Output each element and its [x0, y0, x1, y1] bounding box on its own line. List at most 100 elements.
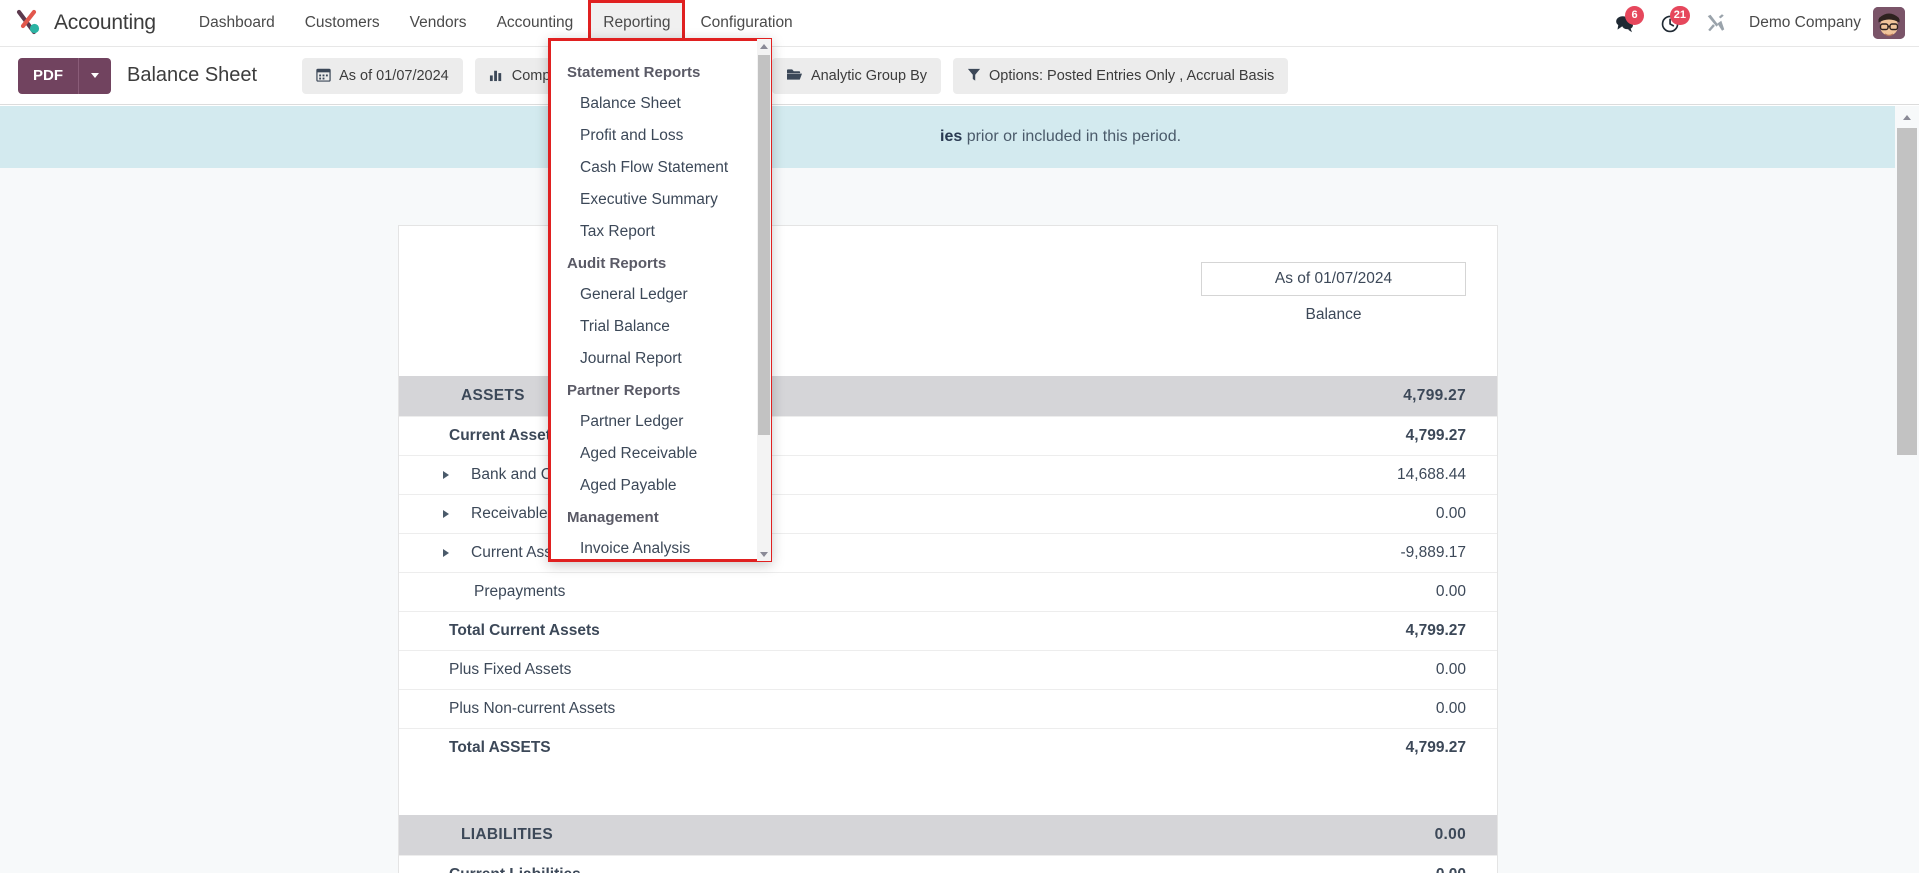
- row-label-cell: Prepayments: [399, 573, 1201, 612]
- dropdown-item-invoice-analysis[interactable]: Invoice Analysis: [551, 533, 759, 559]
- dropdown-item-journal-report[interactable]: Journal Report: [551, 343, 759, 375]
- nav-item-customers[interactable]: Customers: [290, 0, 395, 46]
- dropdown-item-balance-sheet[interactable]: Balance Sheet: [551, 88, 759, 120]
- odoo-accounting-logo-icon[interactable]: [14, 8, 44, 38]
- row-label-cell: Plus Fixed Assets: [399, 651, 1201, 690]
- row-value-cell: 4,799.27: [1201, 729, 1497, 768]
- row-label-cell: LIABILITIES: [399, 815, 1201, 856]
- row-value-cell: 0.00: [1201, 573, 1497, 612]
- row-label-cell: Bank and Cash Accounts: [399, 456, 1201, 495]
- pdf-button[interactable]: PDF: [18, 58, 79, 94]
- row-label: LIABILITIES: [461, 826, 553, 843]
- company-name[interactable]: Demo Company: [1749, 14, 1861, 32]
- row-value-cell: 0.00: [1201, 495, 1497, 534]
- top-navbar: Accounting Dashboard Customers Vendors A…: [0, 0, 1919, 47]
- expand-caret-icon[interactable]: [443, 510, 449, 518]
- dropdown-scrollbar-thumb[interactable]: [758, 55, 770, 435]
- row-value-cell: 0.00: [1201, 651, 1497, 690]
- date-filter-label: As of 01/07/2024: [339, 68, 449, 84]
- spacer-cell: [399, 767, 1497, 815]
- brand-name: Accounting: [54, 11, 156, 35]
- dropdown-section-title: Management: [551, 502, 759, 533]
- scrollbar-thumb[interactable]: [1897, 128, 1917, 455]
- row-value-cell: 0.00: [1201, 856, 1497, 873]
- dropdown-section-title: Partner Reports: [551, 375, 759, 406]
- row-label-cell: Plus Non-current Assets: [399, 690, 1201, 729]
- dropdown-item-executive-summary[interactable]: Executive Summary: [551, 184, 759, 216]
- dropdown-item-trial-balance[interactable]: Trial Balance: [551, 311, 759, 343]
- nav-item-dashboard[interactable]: Dashboard: [184, 0, 290, 46]
- row-label-cell: Current Liabilities: [399, 856, 1201, 873]
- date-filter-button[interactable]: As of 01/07/2024: [302, 58, 463, 94]
- row-label-cell: Current Assets: [399, 534, 1201, 573]
- dropdown-item-profit-and-loss[interactable]: Profit and Loss: [551, 120, 759, 152]
- row-label-cell: Receivables: [399, 495, 1201, 534]
- row-label-cell: Total ASSETS: [399, 729, 1201, 768]
- control-panel: PDF Balance Sheet As of 01/07/2024: [0, 47, 1919, 105]
- analytic-group-by-button[interactable]: Analytic Group By: [772, 58, 941, 94]
- dropdown-scroll-down-arrow[interactable]: [757, 547, 771, 561]
- row-label: Current Liabilities: [449, 866, 581, 873]
- pdf-dropdown-toggle[interactable]: [79, 58, 111, 94]
- row-label-cell: Current Assets: [399, 417, 1201, 456]
- row-label: Plus Fixed Assets: [449, 661, 571, 678]
- pdf-export-group: PDF: [18, 58, 111, 94]
- filter-icon: [967, 67, 981, 84]
- row-label: Current Assets: [449, 427, 560, 444]
- dropdown-section-title: Audit Reports: [551, 248, 759, 279]
- table-row[interactable]: Current Liabilities 0.00: [399, 856, 1497, 873]
- dropdown-item-aged-payable[interactable]: Aged Payable: [551, 470, 759, 502]
- row-value-cell: 0.00: [1201, 815, 1497, 856]
- row-value-cell: -9,889.17: [1201, 534, 1497, 573]
- row-value-cell: 14,688.44: [1201, 456, 1497, 495]
- options-filter-label: Options: Posted Entries Only , Accrual B…: [989, 68, 1274, 84]
- page-title: Balance Sheet: [127, 64, 257, 87]
- row-value-cell: 4,799.27: [1201, 612, 1497, 651]
- row-label-cell: Total Current Assets: [399, 612, 1201, 651]
- report-content-area: As of 01/07/2024 Balance ASSETS4,799.27C…: [0, 168, 1895, 873]
- folder-open-icon: [786, 67, 803, 84]
- dropdown-scroll-up-arrow[interactable]: [757, 39, 771, 53]
- expand-caret-icon[interactable]: [443, 549, 449, 557]
- row-value-cell: 4,799.27: [1201, 417, 1497, 456]
- chevron-down-icon: [91, 73, 99, 78]
- debug-tools-button[interactable]: [1693, 0, 1739, 46]
- dropdown-item-aged-receivable[interactable]: Aged Receivable: [551, 438, 759, 470]
- table-row[interactable]: Plus Fixed Assets 0.00: [399, 651, 1497, 690]
- balance-column-header: Balance: [1201, 306, 1466, 324]
- options-filter-button[interactable]: Options: Posted Entries Only , Accrual B…: [953, 58, 1288, 94]
- scroll-up-arrow[interactable]: [1895, 106, 1919, 128]
- activities-button[interactable]: 21: [1647, 0, 1693, 46]
- page-scrollbar[interactable]: [1895, 106, 1919, 873]
- as-of-column-header: As of 01/07/2024: [1201, 262, 1466, 296]
- expand-caret-icon[interactable]: [443, 471, 449, 479]
- filter-bar: As of 01/07/2024 Comparison Analytic Gro…: [302, 58, 1288, 94]
- table-spacer-row: [399, 767, 1497, 815]
- tools-icon: [1705, 12, 1727, 34]
- table-row[interactable]: Total ASSETS 4,799.27: [399, 729, 1497, 768]
- dropdown-item-cash-flow-statement[interactable]: Cash Flow Statement: [551, 152, 759, 184]
- info-banner: ies prior or included in this period.: [0, 106, 1895, 168]
- user-avatar[interactable]: [1873, 7, 1905, 39]
- navbar-right-tools: 6 21 Demo Company: [1601, 0, 1919, 46]
- dropdown-item-tax-report[interactable]: Tax Report: [551, 216, 759, 248]
- chevron-down-icon: [760, 552, 768, 557]
- info-banner-text: ies prior or included in this period.: [940, 128, 1181, 146]
- row-label: ASSETS: [461, 387, 525, 404]
- table-row[interactable]: LIABILITIES 0.00: [399, 815, 1497, 856]
- info-banner-rest: prior or included in this period.: [962, 128, 1181, 145]
- calendar-icon: [316, 67, 331, 84]
- dropdown-item-general-ledger[interactable]: General Ledger: [551, 279, 759, 311]
- table-row[interactable]: Plus Non-current Assets0.00: [399, 690, 1497, 729]
- row-value-cell: 4,799.27: [1201, 376, 1497, 417]
- row-label: Total ASSETS: [449, 739, 551, 756]
- nav-item-vendors[interactable]: Vendors: [395, 0, 482, 46]
- messages-button[interactable]: 6: [1601, 0, 1647, 46]
- messages-badge: 6: [1625, 6, 1644, 25]
- dropdown-scrollbar[interactable]: [757, 39, 771, 561]
- row-label: Total Current Assets: [449, 622, 600, 639]
- dropdown-section-title: Statement Reports: [551, 57, 759, 88]
- table-row[interactable]: Total Current Assets 4,799.27: [399, 612, 1497, 651]
- dropdown-item-partner-ledger[interactable]: Partner Ledger: [551, 406, 759, 438]
- table-row[interactable]: Prepayments0.00: [399, 573, 1497, 612]
